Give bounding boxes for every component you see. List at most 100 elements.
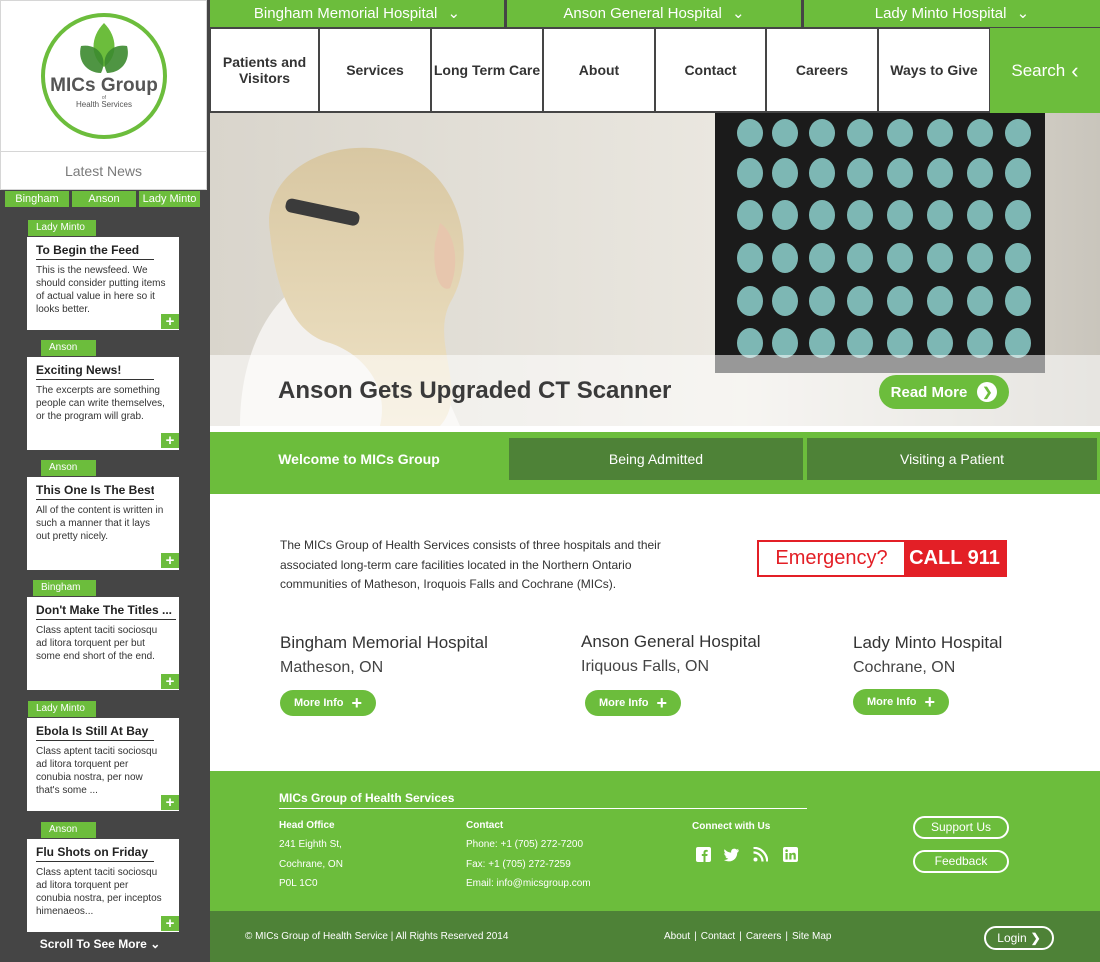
- contact-details: Phone: +1 (705) 272-7200 Fax: +1 (705) 2…: [466, 835, 591, 894]
- facebook-icon[interactable]: [696, 847, 711, 862]
- news-tag: Lady Minto: [28, 220, 96, 236]
- hospital-city: Matheson, ON: [280, 659, 384, 676]
- rss-icon[interactable]: [753, 847, 768, 862]
- chevron-right-icon: ❯: [1030, 931, 1041, 945]
- nav-careers[interactable]: Careers: [767, 29, 877, 111]
- tab-being-admitted[interactable]: Being Admitted: [509, 438, 803, 480]
- news-card[interactable]: Flu Shots on Friday Class aptent taciti …: [27, 839, 179, 932]
- latest-news-heading: Latest News: [0, 152, 207, 190]
- footer-link-careers[interactable]: Careers: [746, 931, 782, 942]
- scroll-more-link[interactable]: Scroll To See More ⌄: [0, 937, 200, 951]
- mics-logo: MICs Group of Health Services: [41, 13, 167, 139]
- search-label: Search: [1011, 60, 1066, 80]
- emergency-call: CALL 911: [904, 542, 1005, 575]
- footer-links: About | Contact | Careers | Site Map: [664, 931, 831, 942]
- chevron-down-icon: ⌄: [447, 5, 461, 22]
- svg-text:Health Services: Health Services: [76, 100, 132, 109]
- news-excerpt: Class aptent taciti sociosqu ad litora t…: [36, 867, 162, 917]
- expand-plus-icon[interactable]: +: [161, 433, 179, 448]
- hero-banner: Anson Gets Upgraded CT Scanner Read More…: [210, 113, 1100, 426]
- chevron-left-icon: ‹: [1071, 57, 1079, 83]
- expand-plus-icon[interactable]: +: [161, 314, 179, 329]
- head-office-address: 241 Eighth St, Cochrane, ON P0L 1C0: [279, 835, 343, 894]
- nav-long-term-care[interactable]: Long Term Care: [432, 29, 542, 111]
- nav-contact[interactable]: Contact: [656, 29, 765, 111]
- link-separator: |: [739, 931, 742, 942]
- phone-line: Phone: +1 (705) 272-7200: [466, 839, 584, 850]
- nav-patients-visitors[interactable]: Patients and Visitors: [211, 29, 318, 111]
- filter-bingham[interactable]: Bingham: [5, 191, 69, 207]
- footer: MICs Group of Health Services Head Offic…: [210, 771, 1100, 911]
- nav-ways-to-give[interactable]: Ways to Give: [879, 29, 989, 111]
- read-more-button[interactable]: Read More ❯: [879, 375, 1009, 409]
- more-info-button[interactable]: More Info +: [853, 689, 949, 715]
- hospital-menu-label: Anson General Hospital: [563, 5, 722, 22]
- head-office-label: Head Office: [279, 820, 335, 831]
- footer-link-about[interactable]: About: [664, 931, 690, 942]
- news-card[interactable]: This One Is The Best All of the content …: [27, 477, 179, 570]
- hospital-menu-bingham[interactable]: Bingham Memorial Hospital ⌄: [210, 0, 504, 27]
- search-button[interactable]: Search ‹: [990, 28, 1100, 113]
- news-tag: Lady Minto: [28, 701, 96, 717]
- plus-icon: +: [656, 693, 667, 713]
- login-button[interactable]: Login ❯: [984, 926, 1054, 950]
- news-title[interactable]: Don't Make The Titles ...: [36, 603, 176, 620]
- linkedin-icon[interactable]: [783, 847, 798, 862]
- news-title[interactable]: To Begin the Feed: [36, 243, 154, 260]
- hospital-menu-anson[interactable]: Anson General Hospital ⌄: [507, 0, 801, 27]
- news-excerpt: Class aptent taciti sociosqu ad litora t…: [36, 625, 158, 662]
- news-tag: Anson: [41, 460, 96, 476]
- svg-text:MICs Group: MICs Group: [50, 75, 158, 96]
- news-card[interactable]: Exciting News! The excerpts are somethin…: [27, 357, 179, 450]
- logo-box[interactable]: MICs Group of Health Services: [0, 0, 207, 152]
- filter-anson[interactable]: Anson: [72, 191, 136, 207]
- chevron-right-icon: ❯: [977, 382, 998, 402]
- twitter-icon[interactable]: [724, 847, 739, 862]
- nav-about[interactable]: About: [544, 29, 654, 111]
- hospital-city: Cochrane, ON: [853, 659, 956, 676]
- more-info-button[interactable]: More Info +: [585, 690, 681, 716]
- more-info-label: More Info: [866, 696, 917, 708]
- filter-lady-minto[interactable]: Lady Minto: [139, 191, 200, 207]
- link-separator: |: [785, 931, 789, 942]
- scroll-more-label: Scroll To See More: [39, 937, 147, 951]
- address-line: 241 Eighth St,: [279, 839, 342, 850]
- news-card[interactable]: Ebola Is Still At Bay Class aptent tacit…: [27, 718, 179, 811]
- expand-plus-icon[interactable]: +: [161, 674, 179, 689]
- expand-plus-icon[interactable]: +: [161, 795, 179, 810]
- read-more-label: Read More: [890, 383, 968, 401]
- contact-label: Contact: [466, 820, 504, 831]
- news-card[interactable]: Don't Make The Titles ... Class aptent t…: [27, 597, 179, 690]
- expand-plus-icon[interactable]: +: [161, 916, 179, 931]
- hospital-menu-label: Bingham Memorial Hospital: [253, 5, 438, 22]
- hospital-menu-lady-minto[interactable]: Lady Minto Hospital ⌄: [804, 0, 1100, 27]
- hospital-city: Iriquous Falls, ON: [581, 658, 710, 675]
- tab-welcome[interactable]: Welcome to MICs Group: [213, 438, 505, 480]
- news-excerpt: All of the content is written in such a …: [36, 505, 164, 542]
- more-info-button[interactable]: More Info +: [280, 690, 376, 716]
- nav-services[interactable]: Services: [320, 29, 430, 111]
- link-separator: |: [694, 931, 697, 942]
- news-excerpt: The excerpts are something people can wr…: [36, 385, 165, 422]
- login-label: Login: [997, 931, 1027, 945]
- connect-label: Connect with Us: [692, 821, 771, 832]
- footer-link-contact[interactable]: Contact: [701, 931, 735, 942]
- news-card[interactable]: To Begin the Feed This is the newsfeed. …: [27, 237, 179, 330]
- news-tag: Anson: [41, 822, 96, 838]
- news-title[interactable]: This One Is The Best: [36, 483, 154, 500]
- news-tag: Anson: [41, 340, 96, 356]
- footer-link-sitemap[interactable]: Site Map: [792, 931, 831, 942]
- tab-visiting-patient[interactable]: Visiting a Patient: [807, 438, 1097, 480]
- feedback-button[interactable]: Feedback: [913, 850, 1009, 873]
- news-title[interactable]: Ebola Is Still At Bay: [36, 724, 154, 741]
- more-info-label: More Info: [598, 697, 649, 709]
- news-title[interactable]: Flu Shots on Friday: [36, 845, 154, 862]
- email-link[interactable]: Email: info@micsgroup.com: [466, 874, 591, 894]
- chevron-down-icon: ⌄: [1016, 5, 1030, 22]
- news-title[interactable]: Exciting News!: [36, 363, 154, 380]
- hospital-name: Anson General Hospital: [581, 632, 761, 651]
- chevron-down-icon: ⌄: [732, 5, 745, 22]
- intro-paragraph: The MICs Group of Health Services consis…: [280, 538, 661, 591]
- expand-plus-icon[interactable]: +: [161, 553, 179, 568]
- support-us-button[interactable]: Support Us: [913, 816, 1009, 839]
